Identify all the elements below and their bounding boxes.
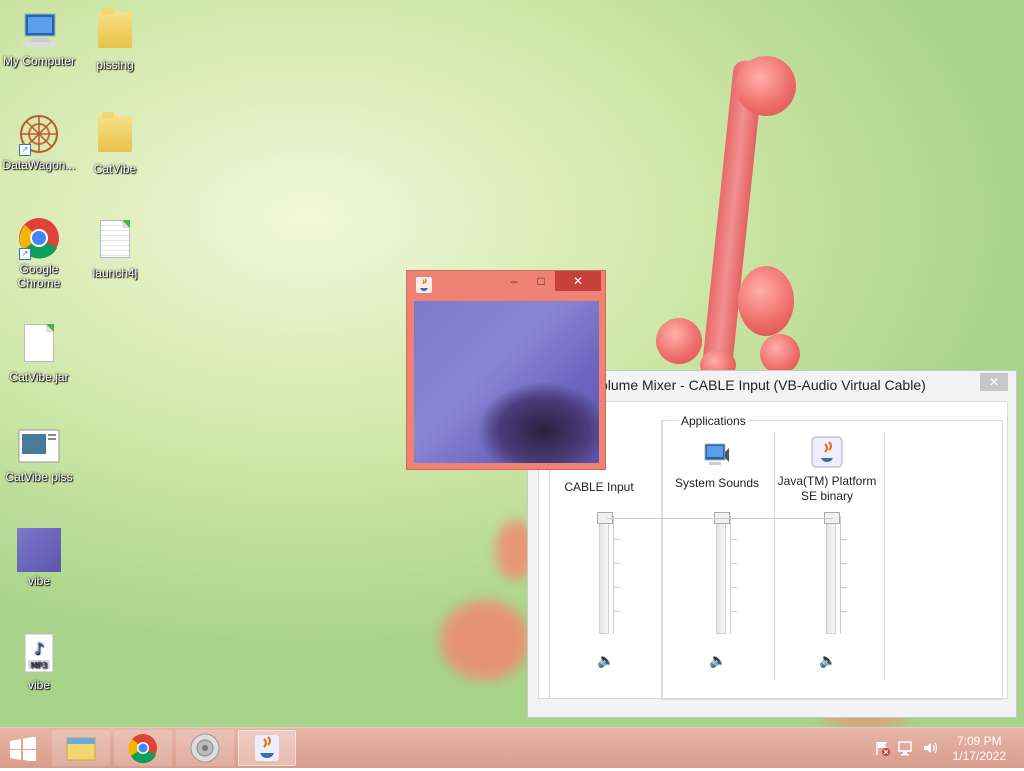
system-clock[interactable]: 7:09 PM 1/17/2022	[953, 734, 1006, 764]
mute-speaker-icon[interactable]: 🔈	[597, 652, 614, 669]
channel-java-platform: Java(TM) Platform SE binary	[777, 436, 877, 504]
java-icon	[416, 277, 432, 293]
channel-divider	[884, 432, 885, 680]
svg-text:♪: ♪	[34, 639, 44, 658]
start-button[interactable]	[8, 736, 38, 762]
desktop-icon-vibe-image[interactable]: vibe	[0, 528, 78, 588]
desktop-icon-launch4j[interactable]: launch4j	[76, 216, 154, 280]
desktop-icon-label: vibe	[27, 678, 50, 692]
desktop-icon-vibe-mp3[interactable]: ♪ MP3 vibe	[0, 632, 78, 692]
taskbar-file-explorer[interactable]	[52, 730, 110, 766]
volume-slider-cable-input[interactable]	[597, 512, 620, 634]
title-bar[interactable]: – □ ✕	[407, 271, 605, 299]
mute-speaker-icon[interactable]: 🔈	[819, 652, 836, 669]
flower-bud	[760, 334, 800, 374]
volume-slider-system-sounds[interactable]	[714, 512, 737, 634]
file-explorer-icon	[66, 737, 96, 761]
channel-system-sounds: System Sounds	[667, 438, 767, 491]
clock-time: 7:09 PM	[956, 734, 1002, 748]
action-center-flag-icon[interactable]	[874, 740, 890, 756]
channel-label: Java(TM) Platform SE binary	[777, 474, 877, 503]
shortcut-arrow-icon: ↗	[19, 144, 31, 156]
mixer-body: Applications CABLE Input 🔈 System Sounds	[538, 401, 1008, 700]
taskbar-java[interactable]	[238, 730, 296, 766]
document-icon	[17, 324, 61, 368]
svg-text:MP3: MP3	[31, 661, 48, 670]
desktop-icon-label: CatVibe	[93, 162, 137, 176]
channel-label: CABLE Input	[564, 480, 634, 494]
desktop-icon-catvibe-piss[interactable]: CatVibe piss	[0, 424, 78, 484]
video-content	[414, 301, 599, 463]
mp3-icon: ♪ MP3	[17, 632, 61, 676]
taskbar-sound[interactable]	[176, 730, 234, 766]
desktop-icon-label: Google Chrome	[17, 262, 61, 290]
image-icon	[17, 528, 61, 572]
shortcut-arrow-icon: ↗	[19, 248, 31, 260]
desktop-icon-label: DataWagon...	[2, 158, 76, 172]
desktop-icon-label: CatVibe piss	[5, 470, 73, 484]
system-sounds-icon	[701, 438, 733, 470]
desktop-icon-catvibe[interactable]: CatVibe	[76, 112, 154, 176]
flower-bud	[656, 318, 702, 364]
desktop-icon-label: pissing	[96, 58, 134, 72]
chrome-icon: ↗	[17, 216, 61, 260]
flower-bud	[736, 56, 796, 116]
channel-label: System Sounds	[674, 476, 760, 490]
applications-label: Applications	[679, 414, 748, 428]
channel-divider	[774, 432, 775, 680]
slider-link-line	[607, 518, 833, 519]
mute-speaker-icon[interactable]: 🔈	[709, 652, 726, 669]
window-title: olume Mixer - CABLE Input (VB-Audio Virt…	[600, 377, 926, 393]
desktop-icon-pissing[interactable]: pissing	[76, 8, 154, 72]
flower-bud	[738, 266, 794, 336]
maximize-button[interactable]: □	[529, 271, 553, 291]
network-icon[interactable]	[898, 740, 914, 756]
clock-date: 1/17/2022	[952, 749, 1006, 763]
desktop-icon-my-computer[interactable]: My Computer	[0, 8, 78, 68]
flower-petal	[440, 600, 530, 680]
folder-icon	[93, 112, 137, 160]
chrome-icon	[128, 734, 157, 764]
speaker-icon	[190, 733, 220, 763]
close-button[interactable]: ✕	[555, 271, 601, 291]
java-app-window[interactable]: – □ ✕	[406, 270, 606, 470]
desktop-icon-label: launch4j	[92, 266, 138, 280]
datawagon-icon: ↗	[17, 112, 61, 156]
close-button[interactable]: ✕	[980, 373, 1008, 391]
desktop: My Computer pissing ↗ DataWagon... CatVi…	[0, 0, 1024, 727]
desktop-icon-google-chrome[interactable]: ↗ Google Chrome	[0, 216, 78, 290]
desktop-icon-label: CatVibe.jar	[9, 370, 69, 384]
volume-icon[interactable]	[922, 740, 938, 756]
java-icon	[811, 436, 843, 468]
taskbar: 7:09 PM 1/17/2022	[0, 727, 1024, 768]
desktop-icon-datawagon[interactable]: ↗ DataWagon...	[0, 112, 78, 172]
image-icon	[17, 424, 61, 468]
desktop-icon-label: vibe	[27, 574, 50, 588]
volume-slider-java-platform[interactable]	[824, 512, 847, 634]
desktop-icon-catvibe-jar[interactable]: CatVibe.jar	[0, 320, 78, 384]
folder-icon	[93, 8, 137, 56]
java-icon	[255, 735, 279, 761]
minimize-button[interactable]: –	[502, 271, 526, 291]
desktop-icon-label: My Computer	[2, 54, 76, 68]
taskbar-chrome[interactable]	[114, 730, 172, 766]
document-icon	[93, 220, 137, 264]
windows-logo-icon	[10, 736, 36, 762]
computer-icon	[17, 8, 61, 52]
